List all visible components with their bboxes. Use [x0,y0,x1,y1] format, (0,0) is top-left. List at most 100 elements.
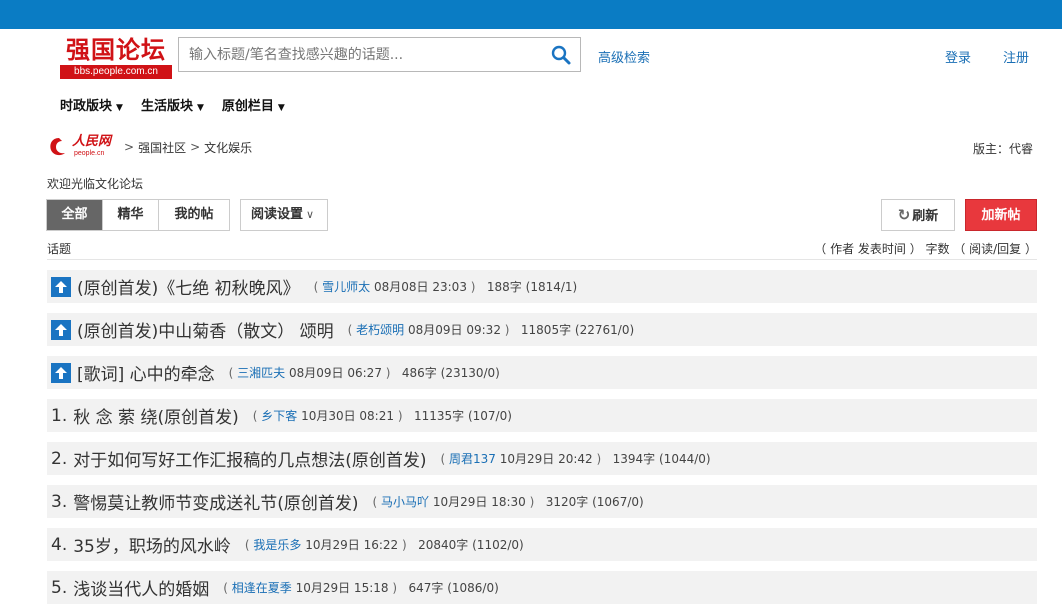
topic-words: 1394字 [612,452,656,466]
new-post-button[interactable]: 加新帖 [965,199,1037,231]
topic-title[interactable]: 警惕莫让教师节变成送礼节(原创首发) [73,489,358,514]
topic-stats: (1044/0) [659,452,711,466]
topic-stats: (22761/0) [574,323,635,337]
topic-rank: 1. [51,405,68,426]
topic-author[interactable]: 相逢在夏季 [232,581,292,595]
topic-title[interactable]: 秋 念 萦 绕(原创首发) [73,403,238,428]
welcome-text: 欢迎光临文化论坛 [47,177,144,191]
read-settings-label: 阅读设置 [251,207,304,222]
topic-time: 10月29日 16:22 [305,538,399,552]
topic-stats: (1067/0) [592,495,644,509]
nav-original[interactable]: 原创栏目 ▼ [222,95,285,114]
topic-words: 486字 [401,366,437,380]
topic-title[interactable]: (原创首发)《七绝 初秋晚风》 [77,274,300,299]
topic-author[interactable]: 三湘匹夫 [237,366,285,380]
filter-tabs: 全部 精华 我的帖 [46,199,230,231]
caret-down-icon: ▼ [196,103,204,113]
topic-stats: (107/0) [467,409,512,423]
pinned-up-arrow-icon[interactable] [51,319,71,340]
topic-row[interactable]: 4. 35岁，职场的风水岭 ( 我是乐多 10月29日 16:22 ) 20840字… [47,528,1037,561]
people-logo-icon [50,138,65,156]
paren-close: ) [394,409,403,423]
people-logo[interactable]: 人民网 people.cn [48,134,120,160]
topic-row[interactable]: 5. 浅谈当代人的婚姻 ( 相逢在夏季 10月29日 15:18 ) 647字 (1… [47,571,1037,604]
main-nav: 时政版块 ▼ 生活版块 ▼ 原创栏目 ▼ [60,95,285,114]
paren-open: ( [313,280,323,294]
topic-row[interactable]: 2. 对于如何写好工作汇报稿的几点想法(原创首发) ( 周君137 10月29日 2… [47,442,1037,475]
topic-words: 188字 [486,280,522,294]
topic-rank: 3. [51,491,68,512]
top-bar [0,0,1062,29]
pinned-up-arrow-icon[interactable] [51,276,71,297]
nav-label: 生活版块 [140,99,193,114]
refresh-icon: ↻ [897,206,911,224]
topic-meta: ( 三湘匹夫 08月09日 06:27 ) 486字 (23130/0) [229,364,500,381]
topic-words: 647字 [408,581,444,595]
topic-row[interactable]: [歌词] 心中的牵念 ( 三湘匹夫 08月09日 06:27 ) 486字 (23… [47,356,1037,389]
read-settings-dropdown[interactable]: 阅读设置 ∨ [240,199,328,231]
breadcrumb-community[interactable]: 强国社区 [138,139,186,156]
topic-author[interactable]: 我是乐多 [253,538,301,552]
paren-open: ( [440,452,449,466]
list-header-topic: 话题 [47,242,72,256]
refresh-button[interactable]: ↻ 刷新 [881,199,955,231]
refresh-label: 刷新 [912,209,939,224]
topic-author[interactable]: 周君137 [449,452,496,466]
tab-my-posts[interactable]: 我的帖 [159,200,229,230]
tab-all[interactable]: 全部 [47,200,103,230]
register-link[interactable]: 注册 [1003,47,1029,66]
nav-label: 原创栏目 [221,99,274,114]
nav-label: 时政版块 [60,99,113,114]
topic-row[interactable]: 1. 秋 念 萦 绕(原创首发) ( 乡下客 10月30日 08:21 ) 1113… [47,399,1037,432]
logo-title: 强国论坛 [66,36,166,64]
topic-title[interactable]: (原创首发)中山菊香（散文） 颂明 [77,317,334,342]
topic-meta: ( 老朽颂明 08月09日 09:32 ) 11805字 (22761/0) [348,321,634,338]
search-icon[interactable] [550,44,572,66]
list-header-columns: （ 作者 发表时间 ） 字数 （ 阅读/回复 ） [814,242,1037,256]
tab-elite[interactable]: 精华 [103,200,159,230]
site-logo[interactable]: 强国论坛 bbs.people.com.cn [60,35,172,81]
caret-down-icon: ▼ [277,103,285,113]
topic-row[interactable]: (原创首发)《七绝 初秋晚风》 ( 雪儿师太 08月08日 23:03 ) 188… [47,270,1037,303]
advanced-search-link[interactable]: 高级检索 [598,47,650,66]
paren-close: ) [381,366,391,380]
topic-author[interactable]: 马小马吖 [381,495,429,509]
topic-row[interactable]: (原创首发)中山菊香（散文） 颂明 ( 老朽颂明 08月09日 09:32 ) 1… [47,313,1037,346]
paren-open: ( [223,581,232,595]
login-link[interactable]: 登录 [945,47,971,66]
topic-author[interactable]: 老朽颂明 [356,323,404,337]
paren-open: ( [347,323,357,337]
topic-meta: ( 雪儿师太 08月08日 23:03 ) 188字 (1814/1) [314,278,578,295]
breadcrumb-separator: > [190,140,201,154]
topic-time: 10月29日 18:30 [432,495,526,509]
list-divider [47,259,1037,260]
topic-row[interactable]: 3. 警惕莫让教师节变成送礼节(原创首发) ( 马小马吖 10月29日 18:30 … [47,485,1037,518]
people-logo-sub: people.cn [74,150,105,157]
topic-time: 08月09日 06:27 [289,366,382,380]
topic-title[interactable]: [歌词] 心中的牵念 [77,360,215,385]
breadcrumb-culture[interactable]: 文化娱乐 [204,139,252,156]
topic-stats: (23130/0) [440,366,500,380]
paren-close: ) [525,495,535,509]
topic-author[interactable]: 乡下客 [261,409,297,423]
logo-url: bbs.people.com.cn [60,65,172,79]
topic-time: 10月30日 08:21 [301,409,394,423]
topic-meta: ( 周君137 10月29日 20:42 ) 1394字 (1044/0) [441,450,711,467]
topic-author[interactable]: 雪儿师太 [322,280,370,294]
paren-close: ) [500,323,510,337]
paren-open: ( [252,409,262,423]
topic-meta: ( 马小马吖 10月29日 18:30 ) 3120字 (1067/0) [373,493,644,510]
paren-close: ) [466,280,476,294]
topic-time: 10月29日 20:42 [499,452,593,466]
topic-meta: ( 相逢在夏季 10月29日 15:18 ) 647字 (1086/0) [223,579,499,596]
chevron-down-icon: ∨ [306,208,315,221]
nav-politics[interactable]: 时政版块 ▼ [60,95,123,114]
topic-title[interactable]: 浅谈当代人的婚姻 [73,575,209,600]
topic-title[interactable]: 对于如何写好工作汇报稿的几点想法(原创首发) [73,446,426,471]
pinned-up-arrow-icon[interactable] [51,362,71,383]
topic-title[interactable]: 35岁，职场的风水岭 [73,532,231,557]
nav-life[interactable]: 生活版块 ▼ [141,95,204,114]
topic-rank: 4. [51,534,68,555]
moderator-info: 版主：代睿 [972,142,1033,156]
search-input[interactable] [179,38,539,71]
